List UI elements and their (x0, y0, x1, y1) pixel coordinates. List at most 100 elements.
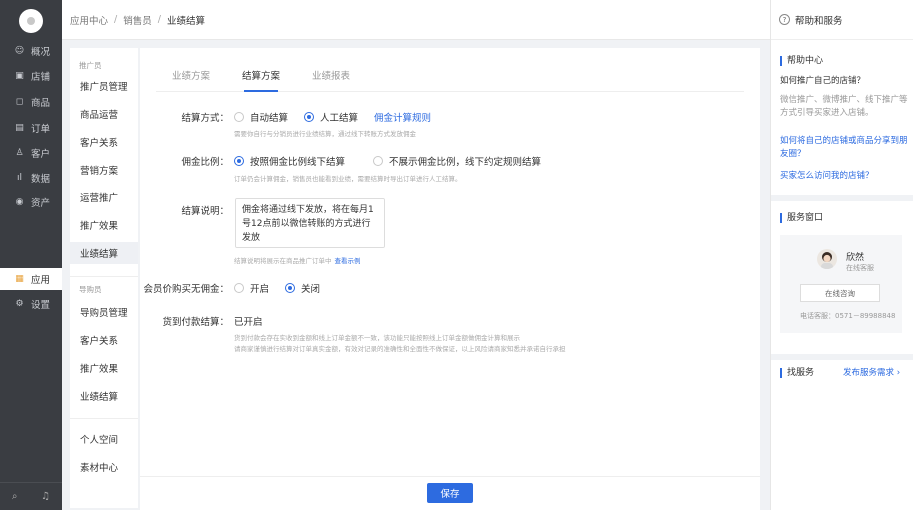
radio-circle-checked[interactable] (234, 156, 244, 166)
help-panel-title: 帮助和服务 (795, 15, 843, 27)
nav-item-overview[interactable]: ☺ 概况 (0, 40, 62, 62)
nav-label: 订单 (31, 124, 51, 135)
radio-member-on[interactable]: 开启 (234, 281, 269, 295)
subnav-customer-relation[interactable]: 客户关系 (70, 131, 138, 153)
subnav-material-center[interactable]: 素材中心 (70, 456, 138, 478)
breadcrumb-app-center[interactable]: 应用中心 (70, 13, 108, 27)
publish-service-link[interactable]: 发布服务需求 › (843, 367, 913, 380)
help-panel: ? 帮助和服务 帮助中心 如何推广自己的店铺？ 微信推广、微博推广、线下推广等方式… (770, 0, 913, 510)
commission-ratio-hint: 订单仍会计算佣金，销售员也能看到业绩，需要结算时导出订单进行人工结算。 (234, 175, 462, 183)
shop-icon: ▣ (15, 71, 24, 81)
nav-item-apps[interactable]: ▦ 应用 (0, 268, 62, 290)
settle-desc-textarea[interactable]: 佣金将通过线下发放，将在每月1号12点前以微信转账的方式进行发放 (235, 198, 385, 248)
radio-auto-settle[interactable]: 自动结算 (234, 110, 288, 124)
breadcrumb-separator: / (114, 14, 118, 25)
service-window-title: 服务窗口 (780, 213, 823, 223)
settle-method-hint: 需要你自行与分销员进行业绩结算，通过线下转账方式发放佣金 (234, 130, 416, 138)
phone-service: 电话客服：0571－89988848 (800, 312, 896, 320)
panel-divider (771, 354, 913, 360)
customer-icon: ♙ (15, 148, 24, 158)
subnav-divider (70, 276, 138, 277)
nav-label: 客户 (31, 149, 51, 160)
gear-icon: ⚙ (15, 299, 24, 309)
cod-value: 已开启 (234, 317, 263, 328)
radio-circle[interactable] (234, 112, 244, 122)
radio-manual-settle[interactable]: 人工结算 (304, 110, 358, 124)
tab-bar: 业绩方案 结算方案 业绩报表 (156, 64, 744, 92)
radio-circle[interactable] (234, 283, 244, 293)
save-button[interactable]: 保存 (427, 483, 473, 503)
view-example-link[interactable]: 查看示例 (335, 257, 361, 265)
subnav-guide-settle[interactable]: 业绩结算 (70, 385, 138, 407)
nav-item-data[interactable]: ıl 数据 (0, 167, 62, 189)
apps-icon: ▦ (15, 274, 24, 284)
shop-logo[interactable] (19, 9, 43, 33)
settle-desc-hint-text: 结算说明将展示在商品推广订单中 (234, 257, 332, 265)
settlement-form-panel: 业绩方案 结算方案 业绩报表 结算方式： 自动结算 人工结算 佣金计算规则 需要… (140, 48, 760, 478)
nav-label: 数据 (31, 174, 51, 185)
settle-method-label: 结算方式： (181, 113, 229, 124)
subnav-promoter-manage[interactable]: 推广员管理 (70, 75, 138, 97)
subnav-performance-settle[interactable]: 业绩结算 (70, 242, 138, 264)
cod-label: 货到付款结算： (162, 317, 229, 328)
radio-circle-checked[interactable] (304, 112, 315, 122)
nav-item-assets[interactable]: ◉ 资产 (0, 191, 62, 213)
radio-label: 按照佣金比例线下结算 (250, 157, 346, 168)
logo-mark (27, 17, 35, 25)
subnav-guide-customer[interactable]: 客户关系 (70, 329, 138, 351)
help-question-1[interactable]: 如何推广自己的店铺？ (780, 75, 908, 88)
search-icon[interactable]: ⌕ (12, 491, 18, 502)
help-question-3-link[interactable]: 买家怎么访问我的店铺？ (780, 170, 908, 183)
agent-role: 在线客服 (846, 264, 874, 272)
overview-icon: ☺ (14, 46, 25, 56)
bell-icon[interactable]: ♫ (41, 491, 50, 502)
subnav-guide-manage[interactable]: 导购员管理 (70, 301, 138, 323)
radio-hide-ratio[interactable]: 不展示佣金比例，线下约定规则结算 (373, 154, 541, 168)
radio-label: 开启 (250, 284, 270, 295)
nav-item-customers[interactable]: ♙ 客户 (0, 142, 62, 164)
radio-circle[interactable] (373, 156, 384, 166)
nav-item-shop[interactable]: ▣ 店铺 (0, 65, 62, 87)
subnav-marketing-plan[interactable]: 营销方案 (70, 159, 138, 181)
settle-desc-hint: 结算说明将展示在商品推广订单中 查看示例 (234, 255, 361, 265)
group-label-guide: 导购员 (79, 285, 102, 294)
nav-item-orders[interactable]: ▤ 订单 (0, 117, 62, 139)
radio-label: 不展示佣金比例，线下约定规则结算 (389, 157, 542, 168)
cod-hint-2: 请商家谨慎进行结算对订单真实金额，有效对记录的准确性和全面性不做保证，以上风险请… (234, 345, 566, 353)
avatar (817, 249, 837, 269)
commission-ratio-options: 按照佣金比例线下结算 不展示佣金比例，线下约定规则结算 (234, 154, 557, 168)
subnav-personal-space[interactable]: 个人空间 (70, 428, 138, 450)
group-label-promoter: 推广员 (79, 61, 102, 70)
subnav-operation-promo[interactable]: 运营推广 (70, 186, 138, 208)
find-service-title: 找服务 (780, 368, 814, 378)
breadcrumb-sales[interactable]: 销售员 (123, 13, 152, 27)
radio-ratio-offline[interactable]: 按照佣金比例线下结算 (234, 154, 345, 168)
goods-icon: ◻ (15, 97, 24, 107)
tab-performance-plan[interactable]: 业绩方案 (156, 64, 226, 91)
radio-circle-checked[interactable] (285, 283, 296, 293)
assets-icon: ◉ (15, 197, 24, 207)
online-consult-button[interactable]: 在线咨询 (800, 284, 880, 302)
radio-label: 自动结算 (250, 113, 289, 124)
help-center-title: 帮助中心 (780, 56, 823, 66)
subnav-promo-effect[interactable]: 推广效果 (70, 214, 138, 236)
service-card: 欣然 在线客服 在线咨询 电话客服：0571－89988848 (780, 235, 902, 333)
commission-rule-link[interactable]: 佣金计算规则 (374, 110, 431, 124)
radio-member-off[interactable]: 关闭 (285, 281, 320, 295)
radio-label: 人工结算 (320, 113, 359, 124)
nav-item-goods[interactable]: ◻ 商品 (0, 91, 62, 113)
help-panel-header: ? 帮助和服务 (771, 0, 913, 40)
agent-name: 欣然 (846, 253, 865, 263)
tab-settlement-plan[interactable]: 结算方案 (226, 64, 296, 92)
breadcrumb: 应用中心 / 销售员 / 业绩结算 (62, 0, 770, 40)
nav-label: 概况 (31, 47, 51, 58)
nav-item-settings[interactable]: ⚙ 设置 (0, 293, 62, 315)
tab-performance-report[interactable]: 业绩报表 (296, 64, 366, 91)
settle-method-options: 自动结算 人工结算 佣金计算规则 (234, 110, 431, 124)
commission-ratio-label: 佣金比例： (181, 157, 229, 168)
subnav-guide-effect[interactable]: 推广效果 (70, 357, 138, 379)
radio-label: 关闭 (301, 284, 321, 295)
subnav-goods-operation[interactable]: 商品运营 (70, 103, 138, 125)
subnav-divider (70, 418, 138, 419)
help-question-2-link[interactable]: 如何将自己的店铺或商品分享到朋友圈？ (780, 135, 908, 161)
